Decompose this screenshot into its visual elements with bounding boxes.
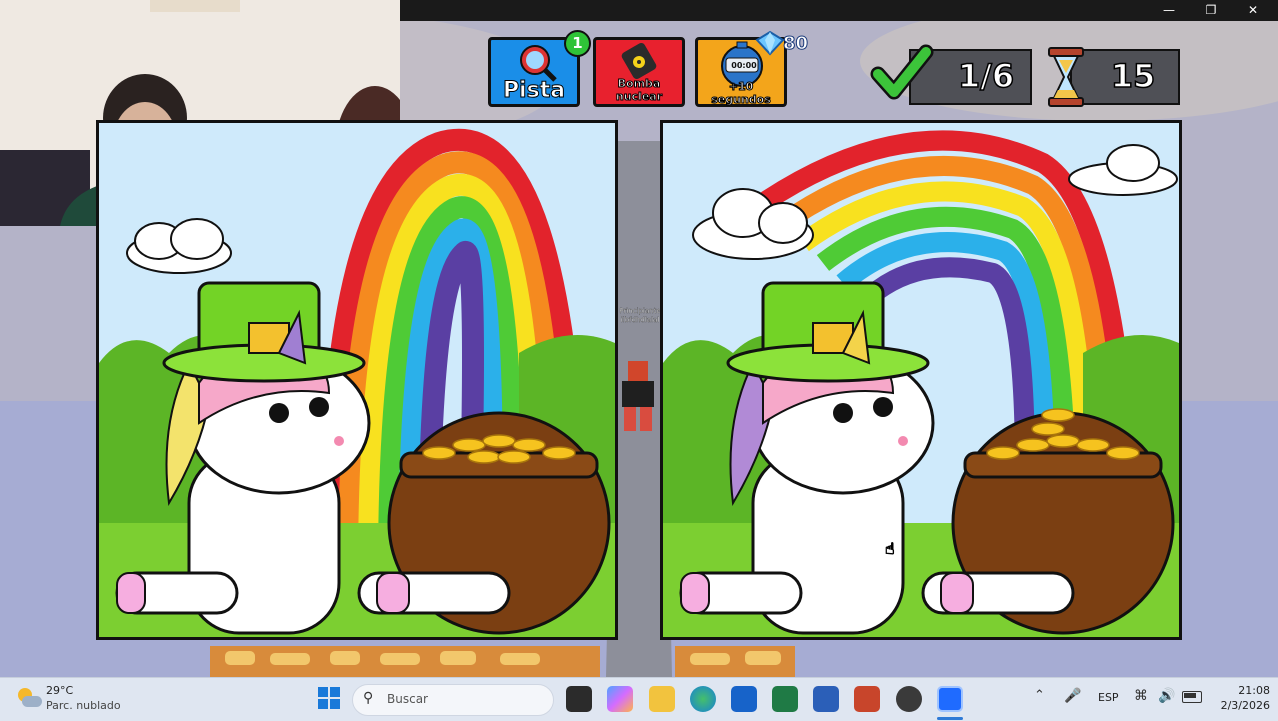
weather-temp[interactable]: 29°C: [46, 684, 73, 697]
weather-icon[interactable]: [16, 686, 42, 710]
right-picture-image: [663, 123, 1179, 637]
left-picture-panel[interactable]: [96, 120, 618, 640]
gem-count: 80: [782, 33, 809, 55]
right-picture-panel[interactable]: ☝: [660, 120, 1182, 640]
minimize-icon[interactable]: —: [1149, 0, 1189, 21]
hint-label: Pista: [502, 78, 566, 104]
store-icon[interactable]: [731, 686, 757, 712]
hourglass-icon: [1048, 47, 1084, 107]
obs-icon[interactable]: [896, 686, 922, 712]
battery-icon[interactable]: [1182, 691, 1202, 703]
bomb-icon: [621, 42, 657, 80]
nuke-label-line2: nuclear: [615, 90, 663, 104]
volume-icon[interactable]: 🔊: [1158, 688, 1175, 704]
nuke-label-line1: Bomba: [617, 77, 661, 91]
mouse-cursor-icon: ☝: [885, 539, 896, 559]
nuke-button[interactable]: Bomba nuclear: [593, 37, 685, 107]
stopwatch-display: 00:00: [731, 61, 757, 70]
clock-date[interactable]: 2/3/2026: [1208, 699, 1270, 712]
task-view-icon[interactable]: [566, 686, 592, 712]
windows-taskbar: 29°C Parc. nublado ⚲ Buscar ⌃ 🎤 ESP ⌘ 🔊 …: [0, 677, 1278, 721]
left-picture-image: [99, 123, 615, 637]
gem-icon: [755, 30, 785, 56]
copilot-icon[interactable]: [607, 686, 633, 712]
check-icon: [870, 44, 934, 100]
windows-icon[interactable]: [318, 687, 340, 709]
search-icon: ⚲: [363, 690, 374, 706]
window-titlebar: — ❐ ✕: [400, 0, 1278, 21]
taskbar-search-box[interactable]: ⚲ Buscar: [352, 684, 554, 716]
clock-time[interactable]: 21:08: [1208, 684, 1270, 697]
hint-count-badge: 1: [564, 30, 591, 57]
restore-icon[interactable]: ❐: [1191, 0, 1231, 21]
wifi-icon[interactable]: ⌘: [1134, 688, 1148, 704]
roblox-icon[interactable]: [937, 686, 963, 712]
time-label-line2: segundos: [711, 93, 772, 107]
powerpoint-icon[interactable]: [854, 686, 880, 712]
excel-icon[interactable]: [772, 686, 798, 712]
edge-icon[interactable]: [690, 686, 716, 712]
found-count: 1/6: [957, 56, 1015, 96]
search-placeholder: Buscar: [387, 692, 428, 706]
microphone-icon[interactable]: 🎤: [1064, 688, 1081, 704]
time-label-line1: +10: [728, 80, 754, 94]
time-left-panel: 15: [1070, 49, 1180, 105]
language-indicator[interactable]: ESP: [1098, 691, 1119, 704]
file-explorer-icon[interactable]: [649, 686, 675, 712]
weather-desc[interactable]: Parc. nublado: [46, 699, 121, 712]
chevron-up-icon[interactable]: ⌃: [1034, 688, 1045, 703]
close-icon[interactable]: ✕: [1233, 0, 1273, 21]
word-icon[interactable]: [813, 686, 839, 712]
seconds-left: 15: [1110, 56, 1156, 96]
